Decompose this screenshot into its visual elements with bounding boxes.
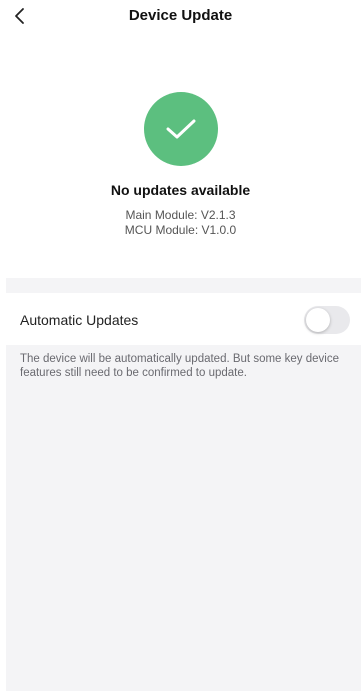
automatic-updates-row: Automatic Updates (6, 293, 361, 345)
checkmark-icon (143, 92, 218, 166)
main-module-version: Main Module: V2.1.3 (125, 208, 236, 222)
automatic-updates-label: Automatic Updates (20, 312, 139, 328)
mcu-module-version: MCU Module: V1.0.0 (124, 223, 237, 237)
status-title: No updates available (110, 182, 251, 198)
automatic-updates-note: The device will be automatically updated… (20, 353, 339, 379)
device-update-screen: Device Update No updates available Main … (0, 0, 361, 691)
automatic-updates-toggle[interactable] (304, 306, 350, 334)
header: Device Update (0, 0, 361, 36)
toggle-knob (306, 308, 330, 332)
page-title: Device Update (128, 7, 233, 24)
update-status: No updates available Main Module: V2.1.3… (0, 92, 361, 238)
